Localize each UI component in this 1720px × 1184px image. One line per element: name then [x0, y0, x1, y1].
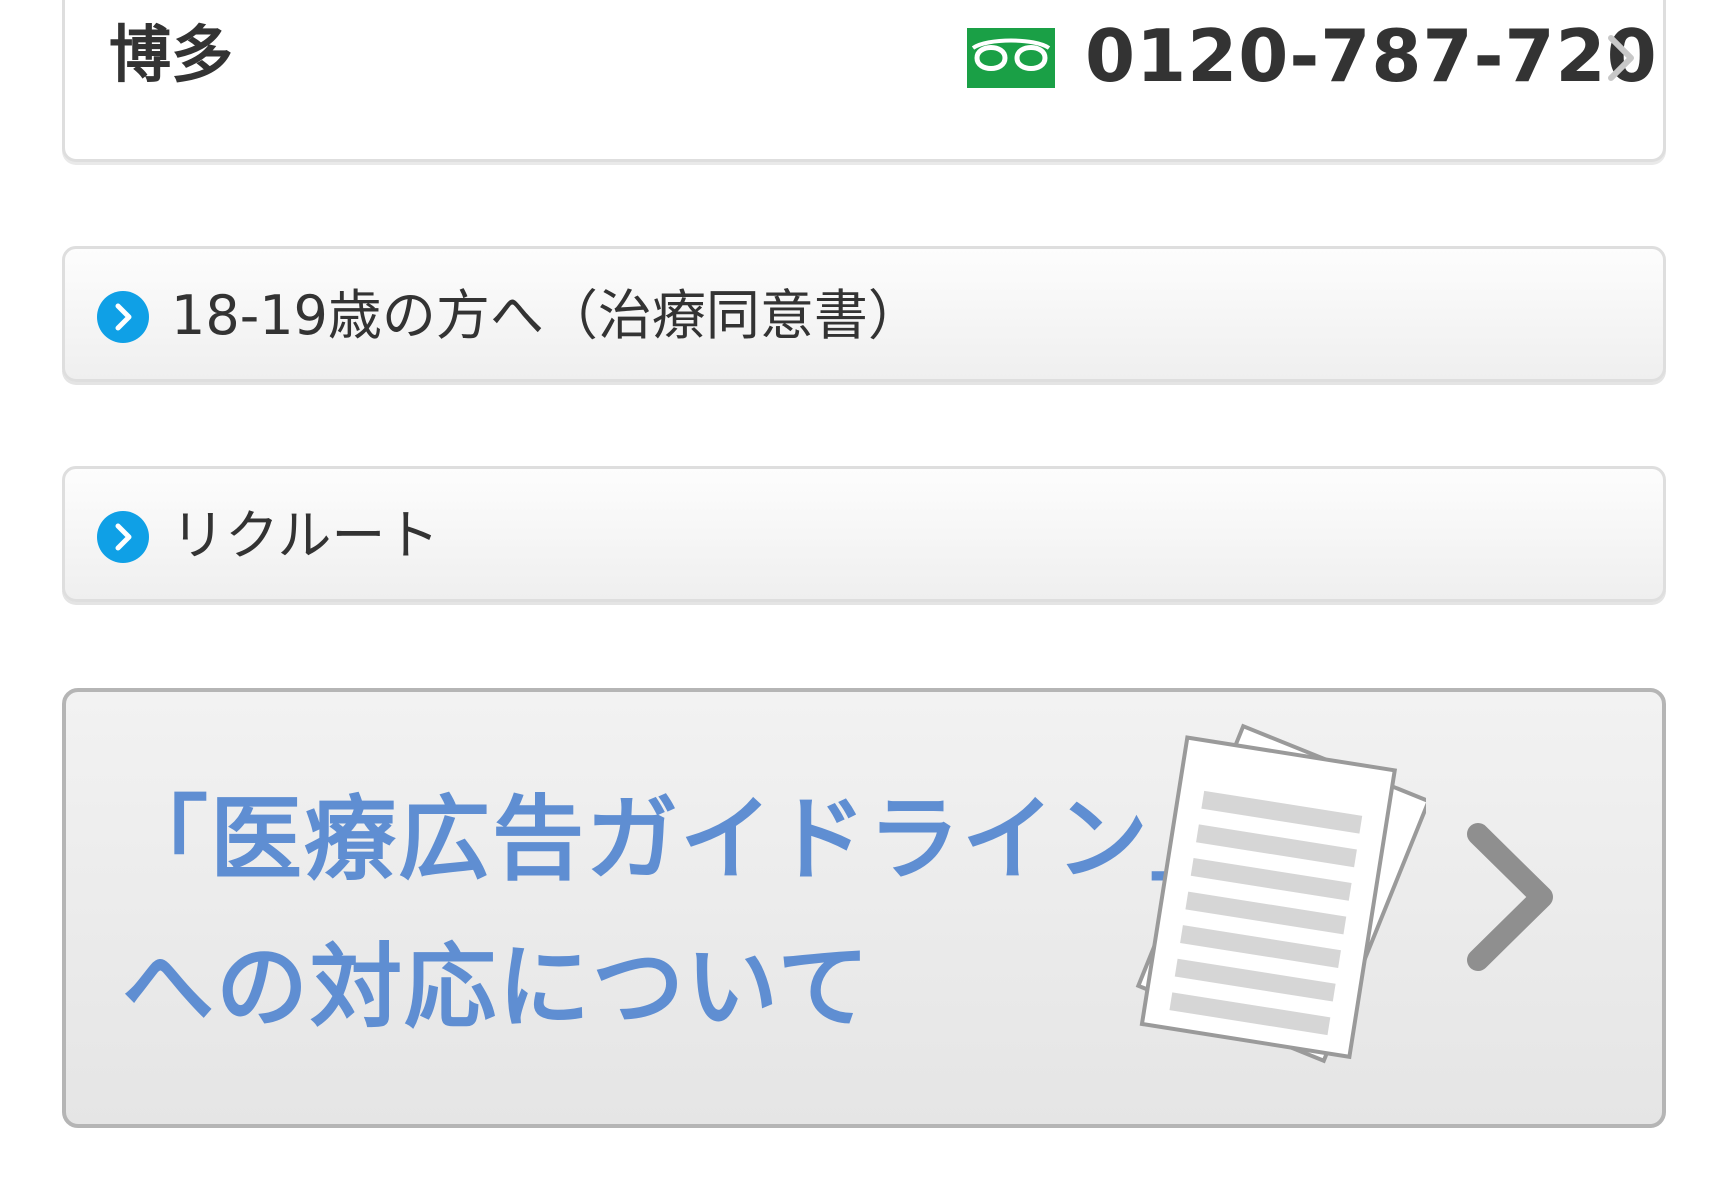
- phone-contact-card[interactable]: 博多 0120-787-720: [62, 0, 1666, 162]
- chevron-circle-icon: [97, 511, 149, 563]
- phone-number[interactable]: 0120-787-720: [1085, 14, 1658, 98]
- branch-name: 博多: [109, 18, 234, 91]
- chevron-right-icon: [1467, 823, 1553, 971]
- freedial-icon: [967, 28, 1055, 88]
- chevron-circle-icon: [97, 291, 149, 343]
- link-consent-form[interactable]: 18-19歳の方へ（治療同意書）: [62, 246, 1666, 382]
- banner-title-line2: への対応について: [122, 933, 872, 1041]
- page: 博多 0120-787-720 18-19歳の方へ（治療同意書） リクルート 「…: [0, 0, 1720, 1184]
- guideline-banner[interactable]: 「医療広告ガイドライン」 への対応について: [62, 688, 1666, 1128]
- banner-title-line1: 「医療広告ガイドライン」: [116, 785, 1245, 893]
- link-label: 18-19歳の方へ（治療同意書）: [171, 284, 922, 347]
- document-icon: [1135, 723, 1426, 1064]
- chevron-right-icon: [1608, 35, 1634, 81]
- link-label: リクルート: [171, 504, 440, 567]
- link-recruit[interactable]: リクルート: [62, 466, 1666, 602]
